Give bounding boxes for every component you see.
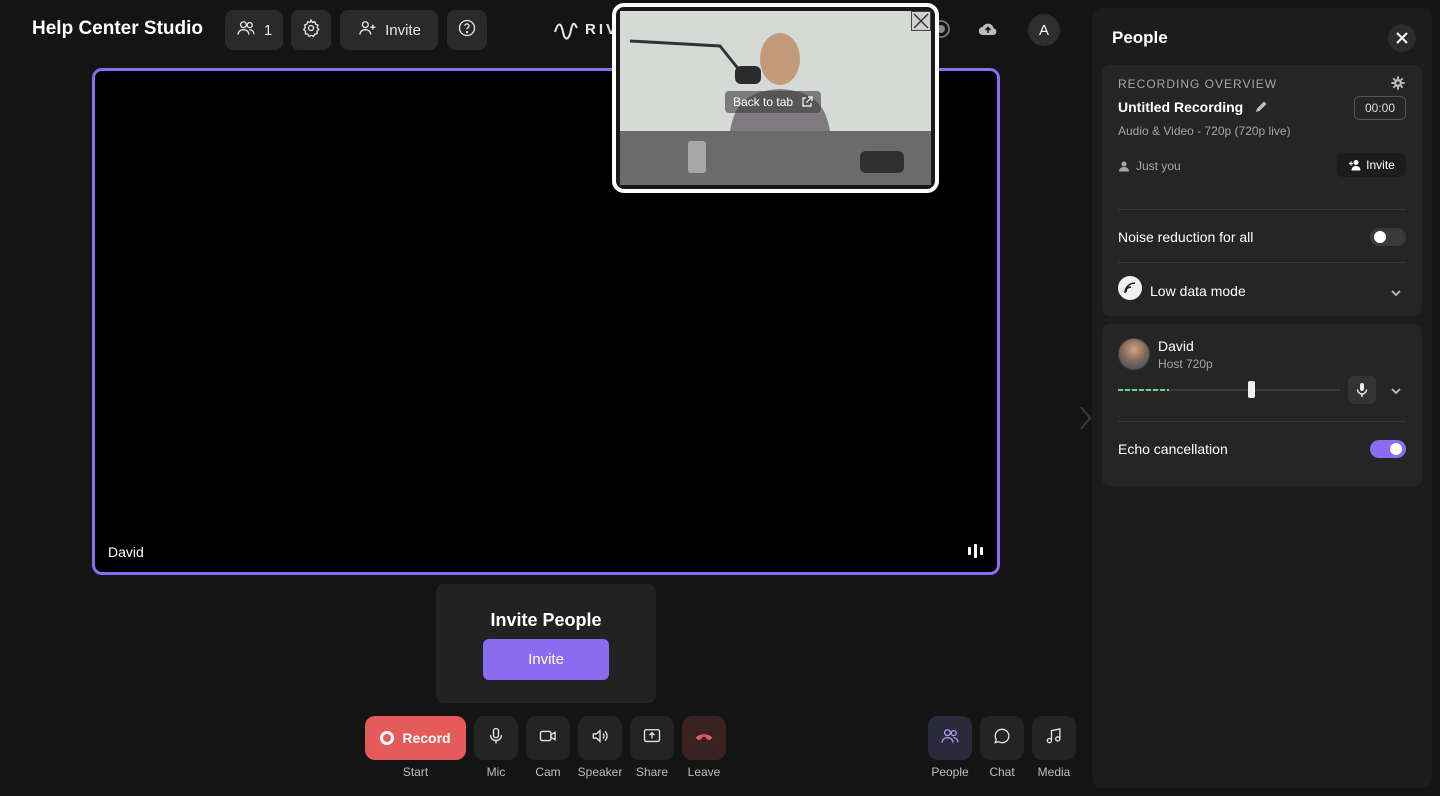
participant-avatar [1118,338,1150,370]
invite-top-label: Invite [385,21,421,39]
participants-count: 1 [263,21,273,39]
noise-reduction-toggle[interactable] [1370,228,1406,246]
low-data-mode-icon [1118,276,1142,300]
camera-button[interactable] [526,716,570,760]
media-button[interactable] [1032,716,1076,760]
camera-icon [538,726,558,751]
external-link-icon [802,96,813,107]
divider [1118,421,1406,422]
volume-slider[interactable] [1118,389,1340,391]
recording-participants: Just you [1118,159,1181,173]
panel-invite-button[interactable]: Invite [1337,153,1406,177]
recording-participants-label: Just you [1136,159,1181,173]
settings-button[interactable] [291,10,331,50]
noise-reduction-label: Noise reduction for all [1118,229,1254,245]
chevron-right-icon[interactable] [1078,404,1092,432]
participant-name: David [1158,338,1194,354]
participants-button[interactable]: 1 [225,10,283,50]
record-dot-icon [380,731,395,745]
share-button[interactable] [630,716,674,760]
gear-icon[interactable] [1390,75,1406,91]
media-label: Media [1037,765,1071,779]
studio-title: Help Center Studio [32,18,204,39]
close-icon [1396,32,1408,44]
participant-card: David Host 720p Echo cancellation [1102,324,1422,486]
add-user-icon [357,18,377,42]
recording-meta: Audio & Video - 720p (720p live) [1118,124,1291,138]
volume-slider-handle[interactable] [1248,381,1255,398]
low-data-mode-label: Low data mode [1150,283,1246,299]
speaker-button[interactable] [578,716,622,760]
people-icon [940,726,960,751]
participant-mic-button[interactable] [1348,376,1376,404]
chat-icon [992,726,1012,751]
wave-logo-icon [554,22,578,40]
speaker-label: Speaker [577,765,623,779]
close-icon [913,13,929,29]
help-button[interactable] [447,10,487,50]
pip-video-frame: Back to tab [620,11,931,185]
music-note-icon [1044,726,1064,751]
back-to-tab-button[interactable]: Back to tab [725,91,822,113]
record-button[interactable]: Record [365,716,466,760]
people-label: People [931,765,969,779]
help-icon [457,18,477,42]
recording-overview-heading: RECORDING OVERVIEW [1118,77,1278,91]
people-panel: People RECORDING OVERVIEW Untitled Recor… [1092,8,1432,788]
back-to-tab-label: Back to tab [733,95,794,109]
panel-invite-label: Invite [1366,158,1395,172]
panel-close-button[interactable] [1388,24,1416,52]
recording-overview-card: RECORDING OVERVIEW Untitled Recording 00… [1102,65,1422,316]
mic-label: Mic [486,765,506,779]
panel-title: People [1112,28,1168,47]
user-avatar[interactable]: A [1028,14,1060,46]
invite-top-button[interactable]: Invite [340,10,438,50]
stage-participant-name: David [108,544,144,560]
recording-title: Untitled Recording [1118,99,1244,115]
chat-button[interactable] [980,716,1024,760]
pip-close-button[interactable] [911,11,931,31]
start-label: Start [402,765,429,779]
phone-hangup-icon [694,726,714,751]
divider [1118,262,1406,263]
mic-icon [486,726,506,751]
share-screen-icon [642,726,662,751]
participant-role: Host 720p [1158,357,1213,371]
divider [1118,209,1406,210]
user-icon [1119,161,1129,172]
echo-cancellation-toggle[interactable] [1370,440,1406,458]
add-user-icon [1349,160,1361,171]
mic-icon [1356,383,1368,397]
echo-cancellation-label: Echo cancellation [1118,441,1228,457]
cloud-upload-icon[interactable] [977,18,999,40]
volume-level-meter [1118,389,1169,391]
picture-in-picture-window[interactable]: Back to tab [612,3,939,193]
people-button[interactable] [928,716,972,760]
mic-button[interactable] [474,716,518,760]
leave-button[interactable] [682,716,726,760]
audio-level-icon [968,544,983,558]
speaker-icon [590,726,610,751]
chevron-down-icon[interactable] [1390,286,1402,298]
cam-label: Cam [535,765,561,779]
share-label: Share [635,765,669,779]
gear-icon [301,18,321,42]
people-icon [236,18,256,42]
recording-timer: 00:00 [1354,96,1406,120]
record-label: Record [402,730,451,746]
invite-people-card: Invite People Invite [436,584,656,703]
chat-label: Chat [989,765,1015,779]
invite-card-title: Invite People [490,610,602,630]
pencil-icon[interactable] [1254,100,1268,114]
chevron-down-icon[interactable] [1390,384,1402,396]
invite-people-button[interactable]: Invite [483,639,609,680]
leave-label: Leave [687,765,721,779]
